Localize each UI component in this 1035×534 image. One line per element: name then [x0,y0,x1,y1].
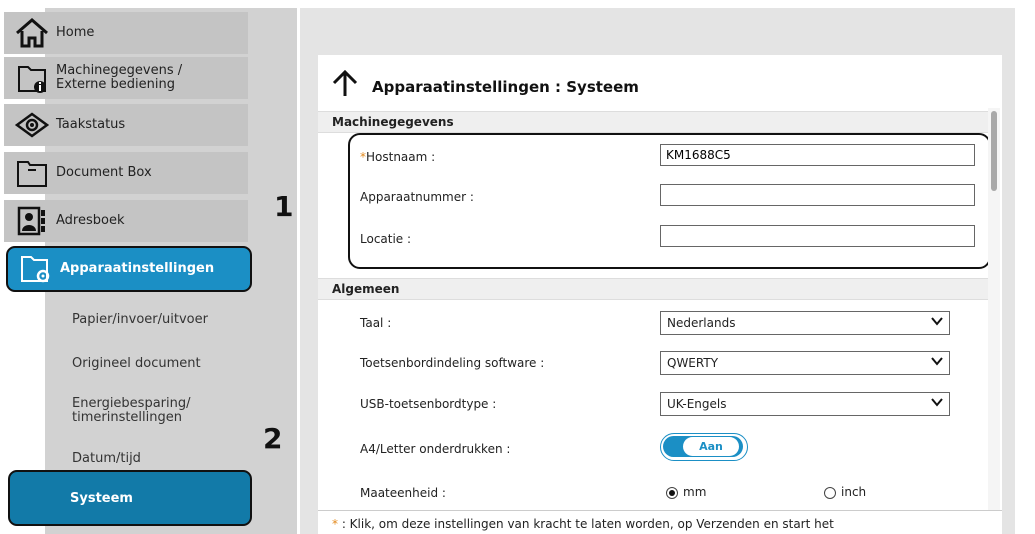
sidebar-item-label: Taakstatus [56,117,126,132]
keyboard-layout-value: QWERTY [667,356,719,370]
scrollbar[interactable] [988,108,1000,510]
a4-letter-toggle[interactable]: Aan [660,433,748,461]
unit-label: Maateenheid : [360,486,446,500]
up-arrow-icon[interactable] [332,69,358,102]
subitem-paper-feed[interactable]: Papier/invoer/uitvoer [72,313,208,327]
sidebar-item-label: Apparaatinstellingen [60,261,215,276]
subitem-system[interactable]: Systeem [8,470,252,526]
eye-icon [14,107,50,143]
scrollbar-thumb[interactable] [991,111,997,191]
page-title: Apparaatinstellingen : Systeem [372,78,639,96]
language-label: Taal : [360,316,392,330]
sidebar-item-label: Home [56,25,95,40]
chevron-down-icon [931,315,943,329]
chevron-down-icon [931,355,943,369]
address-book-icon [14,203,50,239]
footer-note: * : Klik, om deze instellingen van krach… [318,510,1002,534]
unit-inch-label: inch [841,485,867,499]
callout-1: 1 [274,190,294,223]
subitem-original-document[interactable]: Origineel document [72,357,201,371]
sidebar-item-label: Document Box [56,165,152,180]
keyboard-layout-label: Toetsenbordindeling software : [360,356,545,370]
footer-note-text: : Klik, om deze instellingen van kracht … [341,517,834,531]
folder-gear-icon [18,251,54,287]
usb-keyboard-label: USB-toetsenbordtype : [360,397,497,411]
section-header-general: Algemeen [318,278,988,300]
footer-star: * [332,517,338,531]
language-value: Nederlands [667,316,736,330]
toggle-label: Aan [683,437,739,456]
subitem-energy-saving[interactable]: Energiebesparing/timerinstellingen [72,397,191,425]
chevron-down-icon [931,396,943,410]
language-select[interactable]: Nederlands [660,311,950,335]
usb-keyboard-select[interactable]: UK-Engels [660,392,950,416]
subitem-system-label: Systeem [70,490,133,506]
usb-keyboard-value: UK-Engels [667,397,727,411]
sidebar-item-label: Machinegegevens / Externe bediening [56,63,183,92]
unit-inch-radio[interactable] [824,487,836,499]
section-header-machine: Machinegegevens [318,111,988,133]
sidebar-item-document-box[interactable]: Document Box [4,152,248,194]
sidebar-item-machine-info[interactable]: Machinegegevens / Externe bediening [4,57,248,99]
sidebar-item-device-settings[interactable]: Apparaatinstellingen [6,246,252,292]
a4-letter-label: A4/Letter onderdrukken : [360,442,511,456]
callout-2: 2 [263,422,283,455]
keyboard-layout-select[interactable]: QWERTY [660,351,950,375]
home-icon [14,15,50,51]
highlight-box [348,133,991,269]
subitem-date-time[interactable]: Datum/tijd [72,452,141,466]
box-icon [14,155,50,191]
sidebar-item-job-status[interactable]: Taakstatus [4,104,248,146]
sidebar-item-home[interactable]: Home [4,12,248,54]
sidebar-item-address-book[interactable]: Adresboek [4,200,248,242]
unit-mm-label: mm [683,485,707,499]
folder-info-icon [14,60,50,96]
unit-mm-radio[interactable] [666,487,678,499]
sidebar-item-label: Adresboek [56,213,125,228]
